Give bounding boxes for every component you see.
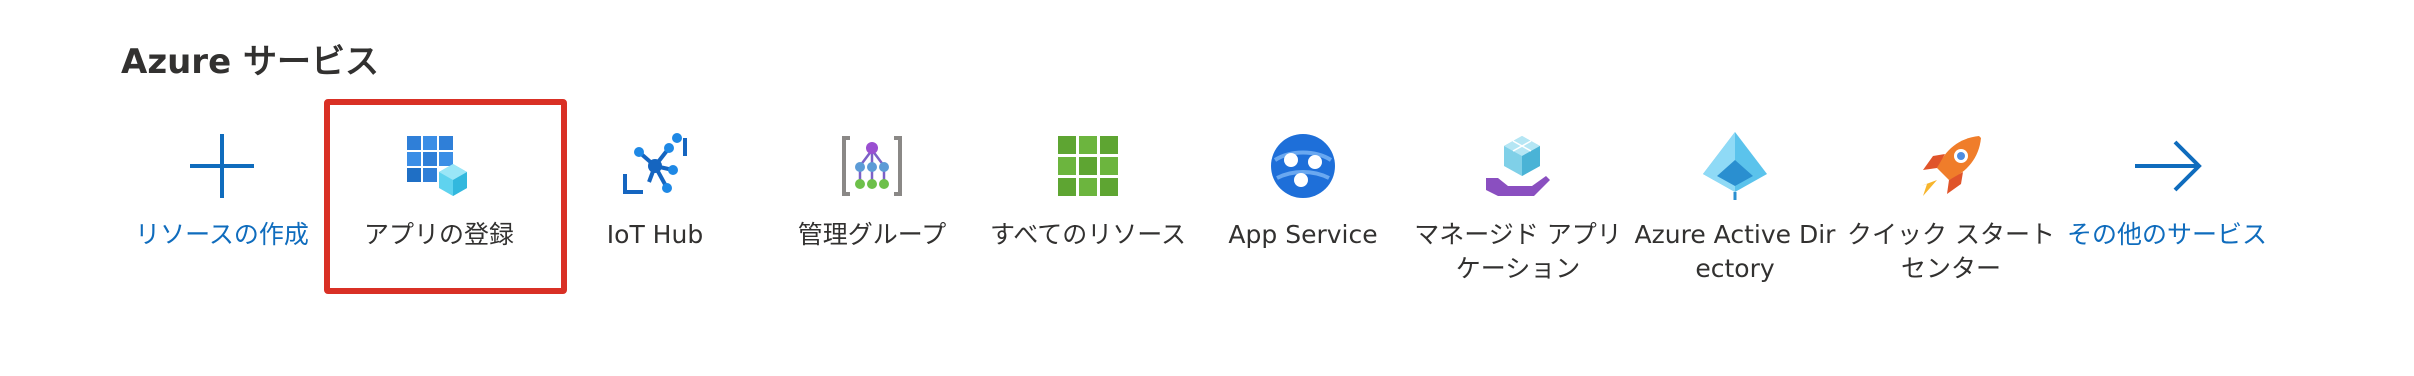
- quickstart-center-icon: [1915, 130, 1987, 202]
- azure-services-list: リソースの作成 アプリの登録 IoT Hub 管理グループ すべてのリソース A…: [0, 0, 2414, 376]
- all-resources-icon: [1052, 130, 1124, 202]
- app-registrations-icon: [403, 130, 475, 202]
- create-resource-tile[interactable]: リソースの作成: [117, 120, 327, 300]
- managed-applications-tile[interactable]: マネージド アプリケーション: [1413, 120, 1623, 300]
- quickstart-center-label: クイック スタート センター: [1847, 220, 2055, 283]
- create-resource-label[interactable]: リソースの作成: [117, 218, 327, 252]
- azure-active-directory-label: Azure Active Directory: [1634, 220, 1836, 283]
- app-registrations-label: アプリの登録: [363, 220, 514, 249]
- arrow-right-icon: [2131, 130, 2203, 202]
- more-services-tile[interactable]: その他のサービス: [2062, 120, 2272, 300]
- all-resources-label: すべてのリソース: [989, 220, 1186, 249]
- management-groups-icon: [836, 130, 908, 202]
- azure-active-directory-tile[interactable]: Azure Active Directory: [1630, 120, 1840, 300]
- management-groups-label: 管理グループ: [797, 220, 947, 249]
- managed-applications-label: マネージド アプリケーション: [1414, 220, 1622, 283]
- iot-hub-label: IoT Hub: [606, 220, 704, 249]
- app-registrations-tile[interactable]: アプリの登録: [334, 120, 544, 300]
- managed-applications-icon: [1482, 130, 1554, 202]
- azure-active-directory-icon: [1699, 130, 1771, 202]
- iot-hub-icon: [619, 130, 691, 202]
- app-service-icon: [1267, 130, 1339, 202]
- app-service-label: App Service: [1228, 220, 1378, 249]
- plus-icon: [186, 130, 258, 202]
- all-resources-tile[interactable]: すべてのリソース: [983, 120, 1193, 300]
- iot-hub-tile[interactable]: IoT Hub: [550, 120, 760, 300]
- more-services-label[interactable]: その他のサービス: [2062, 218, 2272, 252]
- management-groups-tile[interactable]: 管理グループ: [767, 120, 977, 300]
- quickstart-center-tile[interactable]: クイック スタート センター: [1846, 120, 2056, 300]
- app-service-tile[interactable]: App Service: [1198, 120, 1408, 300]
